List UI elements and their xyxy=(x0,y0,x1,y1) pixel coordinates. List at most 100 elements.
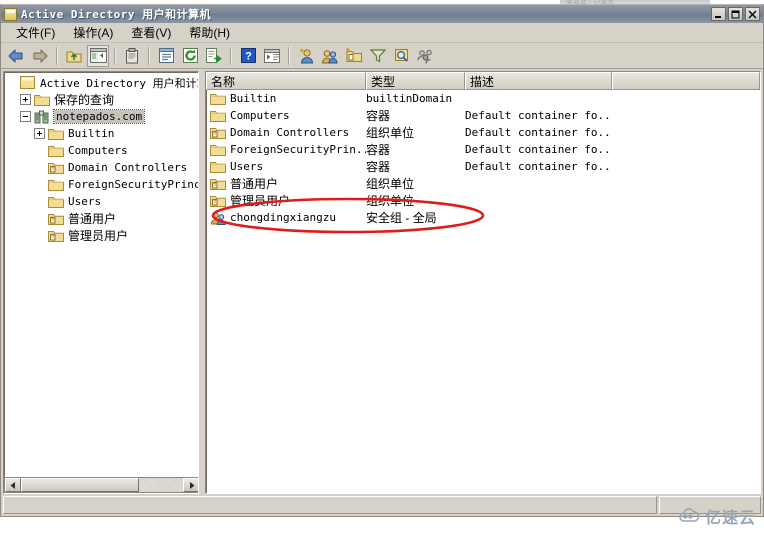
column-name[interactable]: 名称 xyxy=(206,72,366,90)
help-icon[interactable]: ? xyxy=(237,45,259,67)
client-area: Active Directory 用户和计算机保存的查询 notepados.co… xyxy=(3,71,761,494)
find-icon[interactable] xyxy=(391,45,413,67)
menu-view[interactable]: 查看(V) xyxy=(122,22,180,43)
table-row[interactable]: Builtin builtinDomain xyxy=(206,90,760,107)
scrollbar-track[interactable] xyxy=(21,478,183,492)
cell-type: builtinDomain xyxy=(366,92,465,105)
row-name-label: chongdingxiangzu xyxy=(230,211,336,224)
expand-plus-icon[interactable] xyxy=(20,94,31,105)
row-type-label: 容器 xyxy=(366,160,391,174)
expand-plus-icon[interactable] xyxy=(34,128,45,139)
tree-item-domain-controllers[interactable]: Domain Controllers xyxy=(4,159,198,176)
console-root-icon xyxy=(20,75,36,90)
scroll-left-icon[interactable] xyxy=(5,478,21,492)
new-group-icon[interactable] xyxy=(319,45,341,67)
window-titlebar: Active Directory 用户和计算机 xyxy=(1,5,763,23)
folder-icon xyxy=(48,127,64,141)
row-type-label: builtinDomain xyxy=(366,92,453,105)
tree-item-foreignsecurityprincip[interactable]: ForeignSecurityPrincip xyxy=(4,176,198,193)
tree-item-label: ForeignSecurityPrincip xyxy=(68,178,198,191)
cell-name: Users xyxy=(206,160,366,174)
folder-icon xyxy=(210,109,226,123)
table-row[interactable]: 管理员用户 组织单位 xyxy=(206,192,760,209)
export-list-icon[interactable] xyxy=(203,45,225,67)
table-row[interactable]: Computers 容器 Default container fo... xyxy=(206,107,760,124)
cloud-icon xyxy=(679,508,700,522)
menu-action[interactable]: 操作(A) xyxy=(64,22,122,43)
row-type-label: 安全组 - 全局 xyxy=(366,211,437,225)
tree-item-users[interactable]: Users xyxy=(4,193,198,210)
clipboard-icon[interactable] xyxy=(121,45,143,67)
column-type[interactable]: 类型 xyxy=(366,72,465,90)
tree-horizontal-scrollbar[interactable] xyxy=(4,477,198,493)
row-description-label: Default container fo... xyxy=(465,143,612,156)
forward-arrow-icon[interactable] xyxy=(29,45,51,67)
cell-name: chongdingxiangzu xyxy=(206,211,366,225)
row-name-label: Users xyxy=(230,160,264,173)
new-user-icon[interactable] xyxy=(295,45,317,67)
refresh-icon[interactable] xyxy=(179,45,201,67)
ou-icon xyxy=(48,212,64,226)
toolbar-separator xyxy=(288,46,290,65)
console-window-icon xyxy=(4,7,17,21)
status-text-left xyxy=(3,496,657,514)
table-row[interactable]: 普通用户 组织单位 xyxy=(206,175,760,192)
menubar: 文件(F) 操作(A) 查看(V) 帮助(H) xyxy=(1,23,763,43)
maximize-icon[interactable] xyxy=(728,7,743,21)
scroll-right-icon[interactable] xyxy=(183,478,198,492)
list-column-headers: 名称 类型 描述 xyxy=(206,72,760,90)
tree-item-label: Active Directory 用户和计算机 xyxy=(40,76,198,90)
table-row[interactable]: chongdingxiangzu 安全组 - 全局 xyxy=(206,209,760,226)
toolbar-separator xyxy=(114,46,116,65)
cell-name: Computers xyxy=(206,109,366,123)
table-row[interactable]: ForeignSecurityPrin... 容器 Default containe… xyxy=(206,141,760,158)
cell-name: ForeignSecurityPrin... xyxy=(206,143,366,157)
cell-type: 组织单位 xyxy=(366,192,465,209)
users-icon[interactable] xyxy=(415,45,437,67)
properties-icon[interactable] xyxy=(155,45,177,67)
tree-item-notepados-com[interactable]: notepados.com xyxy=(4,108,198,125)
group-icon xyxy=(210,211,226,225)
tree-item-label: notepados.com xyxy=(52,109,146,124)
row-name-label: 管理员用户 xyxy=(230,194,291,208)
console-icon[interactable] xyxy=(261,45,283,67)
column-extra[interactable] xyxy=(612,72,760,90)
menu-help[interactable]: 帮助(H) xyxy=(180,22,239,43)
toolbar-separator xyxy=(230,46,232,65)
table-row[interactable]: Users 容器 Default container fo... xyxy=(206,158,760,175)
minimize-icon[interactable] xyxy=(711,7,726,21)
new-ou-icon[interactable] xyxy=(343,45,365,67)
tree-item-[interactable]: 普通用户 xyxy=(4,210,198,227)
ou-icon xyxy=(48,161,64,175)
table-row[interactable]: Domain Controllers 组织单位 Default container … xyxy=(206,124,760,141)
filter-icon[interactable] xyxy=(367,45,389,67)
tree-item-label: Domain Controllers xyxy=(68,161,188,174)
details-list-pane: 名称 类型 描述 Builtin builtinDomain Computers 容器 De… xyxy=(205,71,761,494)
row-type-label: 组织单位 xyxy=(366,177,415,191)
scrollbar-thumb[interactable] xyxy=(21,478,139,492)
close-icon[interactable] xyxy=(745,7,760,21)
tree-item-label: Computers xyxy=(68,144,128,157)
cell-name: 管理员用户 xyxy=(206,192,366,209)
domain-icon xyxy=(34,110,50,124)
column-description[interactable]: 描述 xyxy=(465,72,612,90)
tree-item-computers[interactable]: Computers xyxy=(4,142,198,159)
ou-icon xyxy=(48,229,64,243)
menu-file[interactable]: 文件(F) xyxy=(7,22,64,43)
ou-icon xyxy=(210,194,226,208)
cell-description: Default container fo... xyxy=(465,109,612,122)
tree-item-active-directory[interactable]: Active Directory 用户和计算机 xyxy=(4,74,198,91)
tree-item-builtin[interactable]: Builtin xyxy=(4,125,198,142)
folder-icon xyxy=(48,144,64,158)
tree-item-[interactable]: 保存的查询 xyxy=(4,91,198,108)
tree-item-[interactable]: 管理员用户 xyxy=(4,227,198,244)
collapse-minus-icon[interactable] xyxy=(20,111,31,122)
show-hide-tree-icon[interactable] xyxy=(87,44,109,67)
cell-description: Default container fo... xyxy=(465,160,612,173)
tree-item-label: 保存的查询 xyxy=(54,93,115,107)
up-one-level-icon[interactable] xyxy=(63,45,85,67)
back-arrow-icon[interactable] xyxy=(5,45,27,67)
statusbar xyxy=(3,496,761,514)
folder-icon xyxy=(210,143,226,157)
row-name-label: Builtin xyxy=(230,92,277,105)
